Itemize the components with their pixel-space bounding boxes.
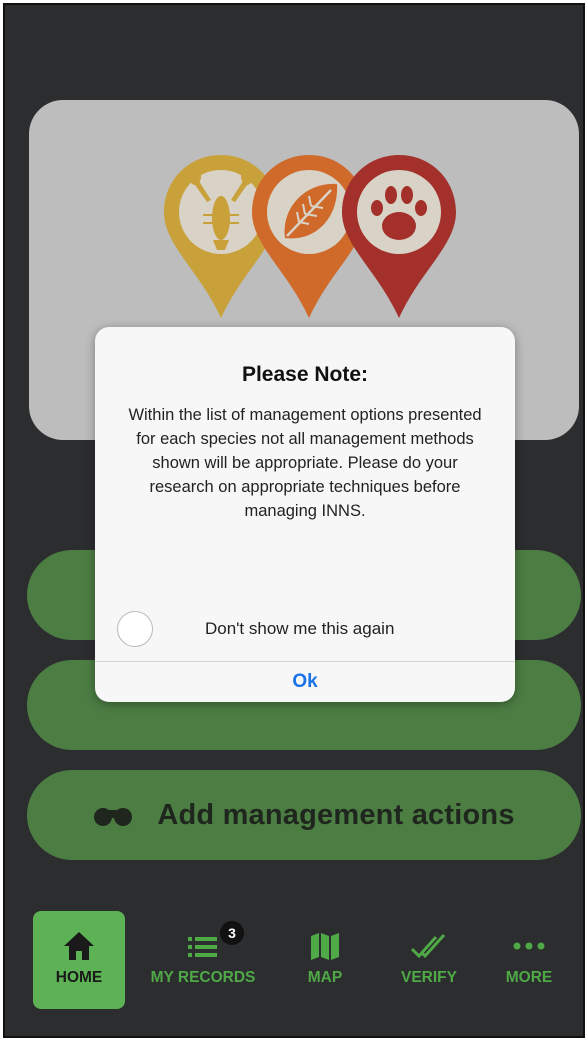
nav-verify[interactable]: VERIFY [383, 911, 475, 1009]
nav-my-records[interactable]: 3 MY RECORDS [138, 911, 268, 1009]
dialog-title: Please Note: [241, 363, 369, 386]
bottom-nav: HOME 3 MY RECORDS MAP VERIFY MORE [5, 905, 583, 1015]
dont-show-again-radio[interactable] [117, 611, 153, 647]
add-management-actions-label: Add management actions [157, 798, 515, 831]
nav-verify-label: VERIFY [401, 969, 457, 986]
dont-show-again-option[interactable]: Don't show me this again [117, 609, 495, 649]
dont-show-again-label: Don't show me this again [205, 619, 395, 638]
ellipsis-icon [513, 942, 545, 950]
nav-more-label: MORE [505, 969, 553, 986]
dialog-message: Within the list of management options pr… [128, 406, 482, 520]
double-check-icon [410, 933, 446, 959]
map-icon [311, 933, 339, 960]
add-management-actions-button[interactable]: Add management actions [27, 770, 581, 860]
nav-map-label: MAP [307, 969, 343, 986]
nav-my-records-label: MY RECORDS [150, 969, 256, 986]
home-icon [64, 932, 94, 960]
list-icon [188, 937, 217, 957]
nav-more[interactable]: MORE [483, 911, 575, 1009]
nav-home-label: HOME [55, 969, 103, 986]
records-count-badge: 3 [220, 921, 244, 945]
app-screen: Add management actions Please Note: With… [3, 3, 585, 1038]
binoculars-icon [94, 808, 133, 826]
nav-home[interactable]: HOME [33, 911, 125, 1009]
please-note-dialog: Please Note: Within the list of manageme… [95, 327, 515, 702]
nav-map[interactable]: MAP [279, 911, 371, 1009]
app-logo-icon [164, 155, 456, 318]
ok-button[interactable]: Ok [95, 662, 515, 702]
